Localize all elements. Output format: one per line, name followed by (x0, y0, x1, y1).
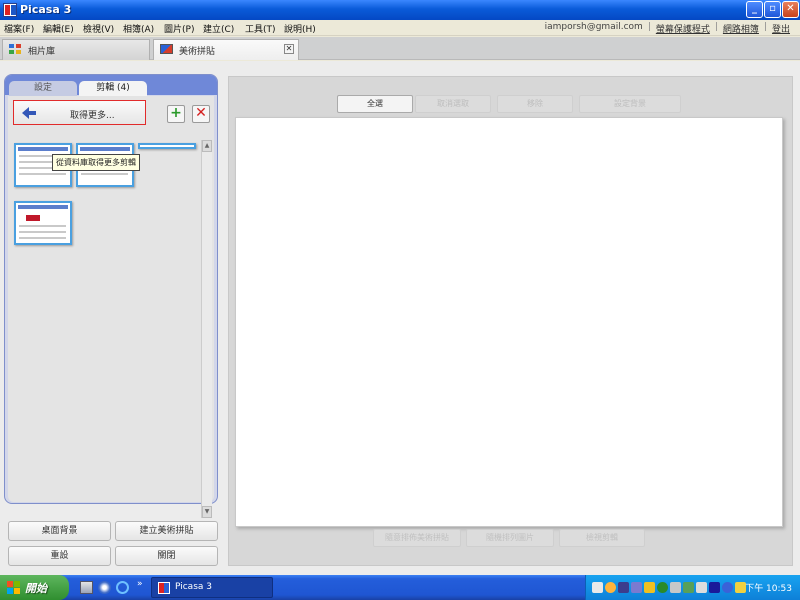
sign-out-link[interactable]: 登出 (772, 22, 790, 35)
volume-icon[interactable] (696, 582, 707, 593)
account-email: iamporsh@gmail.com (544, 22, 643, 32)
close-collage-button[interactable]: 關閉 (115, 546, 218, 566)
remove-button[interactable]: 移除 (497, 95, 573, 113)
minimize-button[interactable]: _ (746, 1, 763, 18)
tab-clips[interactable]: 剪輯 (4) (79, 81, 147, 97)
menu-create[interactable]: 建立(C) (203, 22, 234, 35)
clips-scrollbar[interactable]: ▲ ▼ (201, 140, 212, 518)
reset-button[interactable]: 重設 (8, 546, 111, 566)
menu-picture[interactable]: 圖片(P) (164, 22, 194, 35)
document-tabs: 相片庫 美術拼貼 ✕ (0, 37, 800, 60)
system-tray: 下午 10:53 (585, 575, 800, 600)
separator: | (647, 22, 651, 32)
messenger-icon[interactable] (605, 582, 616, 593)
clip-thumbnail[interactable] (138, 143, 196, 149)
tab-library-label: 相片庫 (28, 47, 56, 57)
collage-workspace: 全選 取消選取 移除 設定背景 隨意排佈美術拼貼 隨機排列圖片 檢視剪輯 (228, 76, 793, 566)
clock: 下午 10:53 (745, 584, 792, 594)
separator: | (714, 22, 718, 32)
tooltip: 從資料庫取得更多剪輯 (52, 154, 140, 171)
view-clips-button[interactable]: 檢視剪輯 (559, 529, 645, 547)
deselect-button[interactable]: 取消選取 (415, 95, 491, 113)
tab-settings[interactable]: 設定 (9, 81, 77, 97)
minimize-icon: _ (752, 3, 757, 14)
tab-close-icon[interactable]: ✕ (284, 44, 294, 54)
scroll-up-icon[interactable]: ▲ (202, 140, 212, 152)
display-icon[interactable] (631, 582, 642, 593)
collage-canvas[interactable] (235, 117, 783, 527)
menu-tools[interactable]: 工具(T) (245, 22, 276, 35)
get-more-button[interactable]: 取得更多... (13, 100, 146, 125)
start-button[interactable]: 開始 (0, 575, 69, 600)
media-player-icon[interactable] (98, 581, 111, 594)
tab-library[interactable]: 相片庫 (2, 39, 150, 60)
network-icon[interactable] (618, 582, 629, 593)
menu-file[interactable]: 檔案(F) (4, 22, 34, 35)
library-icon (9, 44, 22, 54)
clip-thumbnail[interactable] (14, 201, 72, 245)
start-label: 開始 (25, 582, 47, 595)
screensaver-link[interactable]: 螢幕保護程式 (656, 22, 710, 35)
taskbar: 開始 » Picasa 3 下午 10:53 (0, 575, 800, 600)
picasa-window: Picasa 3 _ ▫ ✕ 檔案(F) 編輯(E) 檢視(V) 相簿(A) 圖… (0, 0, 800, 600)
random-collage-button[interactable]: 隨意排佈美術拼貼 (373, 529, 461, 547)
web-albums-link[interactable]: 網路相簿 (723, 22, 759, 35)
maximize-icon: ▫ (769, 3, 776, 14)
collage-settings-panel: 設定 剪輯 (4) 取得更多... + ✕ 從資料庫取得更多剪輯 ▲ ▼ (4, 74, 218, 518)
collage-icon (160, 44, 173, 54)
title-bar: Picasa 3 _ ▫ ✕ (0, 0, 800, 20)
tab-collage-label: 美術拼貼 (179, 47, 216, 57)
update-icon[interactable] (722, 582, 733, 593)
media-icon[interactable] (709, 582, 720, 593)
windows-logo-icon (7, 581, 20, 594)
window-title: Picasa 3 (20, 3, 72, 16)
close-button[interactable]: ✕ (782, 1, 799, 18)
menu-view[interactable]: 檢視(V) (83, 22, 114, 35)
menu-edit[interactable]: 編輯(E) (43, 22, 74, 35)
picasa-icon (158, 582, 170, 594)
menu-bar: 檔案(F) 編輯(E) 檢視(V) 相簿(A) 圖片(P) 建立(C) 工具(T… (0, 20, 800, 36)
remove-clip-button[interactable]: ✕ (192, 105, 210, 123)
shuffle-pictures-button[interactable]: 隨機排列圖片 (466, 529, 554, 547)
picasa-icon (3, 3, 17, 17)
menu-album[interactable]: 相簿(A) (123, 22, 154, 35)
separator: | (763, 22, 767, 32)
shield-icon[interactable] (644, 582, 655, 593)
set-background-button[interactable]: 設定背景 (579, 95, 681, 113)
printer-icon[interactable] (670, 582, 681, 593)
antivirus-icon[interactable] (683, 582, 694, 593)
select-all-button[interactable]: 全選 (337, 95, 413, 113)
create-collage-button[interactable]: 建立美術拼貼 (115, 521, 218, 541)
taskbar-picasa-label: Picasa 3 (175, 582, 212, 592)
internet-explorer-icon[interactable] (116, 581, 129, 594)
main-content: 設定 剪輯 (4) 取得更多... + ✕ 從資料庫取得更多剪輯 ▲ ▼ 桌面背… (0, 61, 800, 575)
account-links: iamporsh@gmail.com | 螢幕保護程式 | 網路相簿 | 登出 (545, 22, 790, 35)
add-clip-button[interactable]: + (167, 105, 185, 123)
close-icon: ✕ (786, 3, 795, 14)
menu-help[interactable]: 說明(H) (284, 22, 316, 35)
tab-collage[interactable]: 美術拼貼 ✕ (153, 39, 299, 60)
maximize-button[interactable]: ▫ (764, 1, 781, 18)
user-icon[interactable] (592, 582, 603, 593)
scroll-down-icon[interactable]: ▼ (202, 506, 212, 518)
security-icon[interactable] (657, 582, 668, 593)
quicklaunch-more-icon[interactable]: » (137, 579, 143, 589)
taskbar-picasa-button[interactable]: Picasa 3 (151, 577, 273, 598)
back-arrow-icon (22, 107, 36, 119)
show-desktop-icon[interactable] (80, 581, 93, 594)
get-more-label: 取得更多... (70, 111, 115, 121)
desktop-background-button[interactable]: 桌面背景 (8, 521, 111, 541)
